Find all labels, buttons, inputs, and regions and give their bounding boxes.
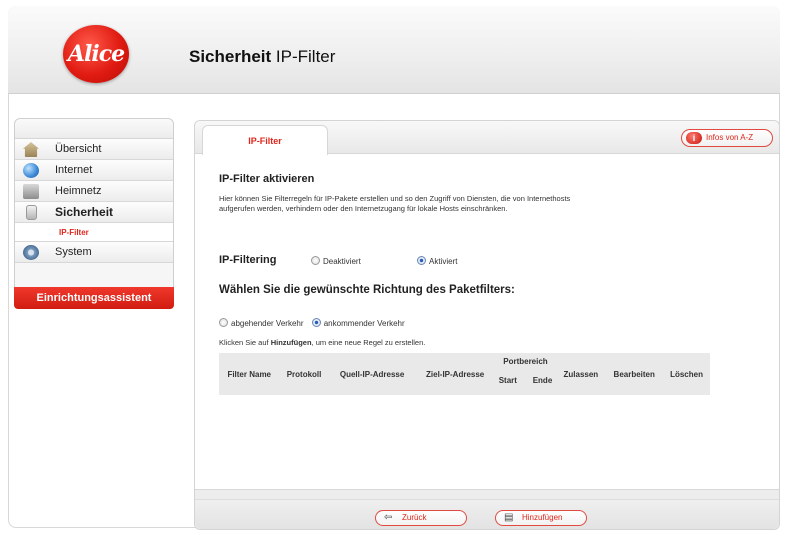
back-button-label: Zurück — [402, 513, 427, 522]
radio-ankommend-label: ankommender Verkehr — [323, 319, 405, 328]
sidebar-item-label: Sicherheit — [55, 205, 114, 219]
page-title-section: Sicherheit — [189, 47, 272, 66]
home-icon — [23, 142, 39, 157]
radio-off-icon — [311, 256, 320, 265]
radio-on-icon — [311, 318, 321, 327]
lock-icon — [26, 205, 37, 220]
sidebar: Übersicht Internet Heimnetz Sicherheit I… — [14, 118, 174, 306]
section-title: IP-Filter aktivieren — [219, 173, 315, 185]
col-portbereich-label: Portbereich — [503, 357, 548, 366]
ip-filtering-row: IP-Filtering Deaktiviert Aktiviert — [219, 254, 619, 270]
sidebar-item-label: System — [55, 246, 92, 258]
info-a-z-label: Infos von A-Z — [706, 133, 754, 142]
radio-aktiviert-label: Aktiviert — [429, 257, 458, 266]
radio-aktiviert[interactable]: Aktiviert — [417, 256, 457, 266]
panel-tabbar: IP-Filter i Infos von A-Z — [195, 121, 779, 155]
page-title: Sicherheit IP-Filter — [189, 47, 335, 67]
sidebar-item-label: Internet — [55, 164, 93, 176]
alice-logo[interactable]: Alice — [63, 25, 129, 83]
add-button[interactable]: ▤ Hinzufügen — [495, 510, 587, 526]
direction-row: abgehender Verkehr ankommender Verkehr — [219, 318, 411, 328]
col-ziel-ip: Ziel-IP-Adresse — [426, 369, 485, 379]
col-portbereich: Portbereich Start Ende — [495, 353, 557, 395]
sidebar-item-heimnetz[interactable]: Heimnetz — [15, 181, 173, 202]
sidebar-item-label: Heimnetz — [55, 185, 102, 197]
radio-abgehend-label: abgehender Verkehr — [231, 319, 304, 328]
col-bearbeiten: Bearbeiten — [613, 369, 655, 379]
sidebar-item-label: Übersicht — [55, 143, 102, 155]
hint-bold: Hinzufügen — [270, 338, 312, 347]
arrow-left-icon: ⇦ — [384, 512, 393, 523]
radio-abgehend[interactable]: abgehender Verkehr — [219, 318, 306, 328]
tab-ip-filter[interactable]: IP-Filter — [202, 125, 328, 155]
ip-filtering-label: IP-Filtering — [219, 254, 277, 266]
col-zulassen: Zulassen — [563, 369, 599, 379]
radio-deaktiviert-label: Deaktiviert — [323, 257, 361, 266]
hint-suffix: , um eine neue Regel zu erstellen. — [311, 338, 426, 347]
table-header-row: Filter Name Protokoll Quell-IP-Adresse Z… — [219, 353, 710, 395]
radio-ankommend[interactable]: ankommender Verkehr — [311, 318, 405, 328]
info-a-z-button[interactable]: i Infos von A-Z — [681, 129, 773, 147]
footer-strip — [195, 490, 779, 500]
col-loeschen: Löschen — [670, 369, 703, 379]
page-title-page: IP-Filter — [271, 47, 336, 66]
col-port-ende: Ende — [532, 376, 553, 385]
hint-prefix: Klicken Sie auf — [219, 338, 271, 347]
setup-wizard-button[interactable]: Einrichtungsassistent — [14, 287, 174, 309]
sidebar-subitem-ip-filter[interactable]: IP-Filter — [15, 223, 173, 242]
add-hint: Klicken Sie auf Hinzufügen, um eine neue… — [219, 338, 425, 347]
radio-on-icon — [417, 256, 426, 265]
col-filter-name: Filter Name — [227, 369, 272, 379]
add-document-icon: ▤ — [504, 512, 514, 523]
sidebar-top — [15, 119, 173, 139]
col-port-start: Start — [498, 376, 517, 385]
section-description: Hier können Sie Filterregeln für IP-Pake… — [219, 194, 571, 213]
sidebar-item-uebersicht[interactable]: Übersicht — [15, 139, 173, 160]
direction-title: Wählen Sie die gewünschte Richtung des P… — [219, 284, 515, 296]
back-button[interactable]: ⇦ Zurück — [375, 510, 467, 526]
header: Alice Sicherheit IP-Filter — [8, 6, 780, 94]
radio-deaktiviert[interactable]: Deaktiviert — [311, 256, 361, 266]
col-protokoll: Protokoll — [286, 369, 322, 379]
gear-icon — [23, 245, 39, 260]
globe-icon — [23, 163, 39, 178]
network-icon — [23, 184, 39, 199]
sidebar-item-sicherheit[interactable]: Sicherheit — [15, 202, 173, 223]
content-panel: IP-Filter i Infos von A-Z IP-Filter akti… — [194, 120, 780, 530]
info-icon: i — [686, 132, 702, 144]
filter-rules-table: Filter Name Protokoll Quell-IP-Adresse Z… — [219, 353, 710, 395]
logo-text: Alice — [67, 41, 125, 67]
col-quell-ip: Quell-IP-Adresse — [339, 369, 405, 379]
sidebar-item-internet[interactable]: Internet — [15, 160, 173, 181]
sidebar-item-system[interactable]: System — [15, 242, 173, 263]
panel-footer: ⇦ Zurück ▤ Hinzufügen — [195, 489, 779, 529]
radio-off-icon — [219, 318, 228, 327]
panel-content: IP-Filter aktivieren Hier können Sie Fil… — [219, 173, 764, 395]
add-button-label: Hinzufügen — [522, 513, 563, 522]
